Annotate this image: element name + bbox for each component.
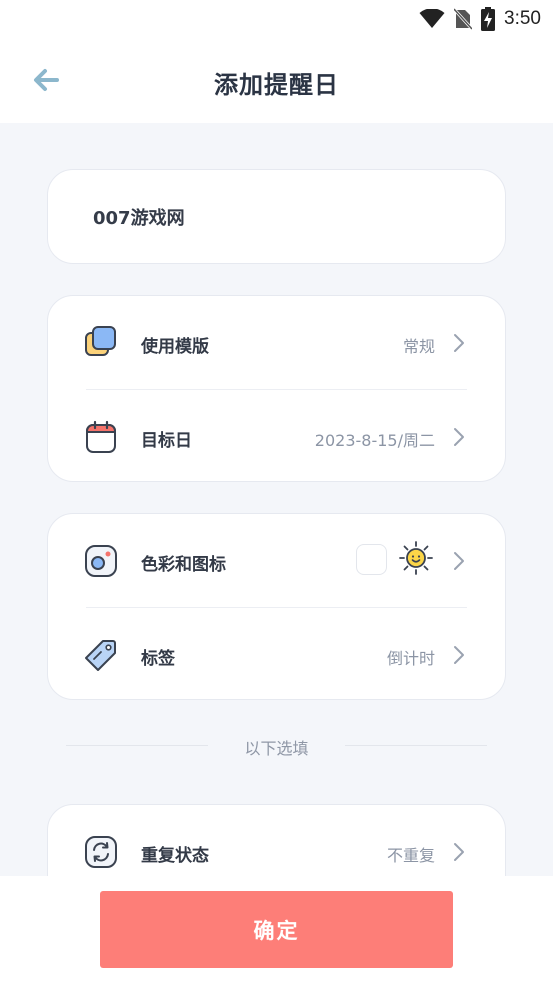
calendar-icon xyxy=(84,420,118,454)
settings-card-style: 色彩和图标 标签 倒计时 xyxy=(47,513,506,700)
color-icon-row[interactable]: 色彩和图标 xyxy=(48,514,507,606)
optional-divider-text: 以下选填 xyxy=(244,739,309,758)
tag-icon xyxy=(84,638,118,672)
reminder-name-input[interactable]: 007游戏网 xyxy=(93,204,185,230)
status-icons: 3:50 xyxy=(419,6,541,32)
wifi-icon xyxy=(419,9,445,28)
repeat-icon xyxy=(84,835,118,869)
chevron-right-icon xyxy=(454,552,464,570)
template-value: 常规 xyxy=(402,337,435,356)
optional-divider: 以下选填 xyxy=(66,733,487,758)
tag-label: 标签 xyxy=(141,649,175,669)
name-card[interactable]: 007游戏网 xyxy=(47,169,506,264)
sun-icon xyxy=(399,541,433,575)
settings-card-basic: 使用模版 常规 目标日 2023-8-15/周二 xyxy=(47,295,506,482)
chevron-right-icon xyxy=(454,334,464,352)
template-row[interactable]: 使用模版 常规 xyxy=(48,296,507,388)
battery-charging-icon xyxy=(481,7,496,31)
top-app-bar: 添加提醒日 xyxy=(0,40,553,123)
palette-icon xyxy=(84,544,118,578)
tag-row[interactable]: 标签 倒计时 xyxy=(48,608,507,700)
chevron-right-icon xyxy=(454,646,464,664)
no-sim-icon xyxy=(454,8,473,30)
repeat-value: 不重复 xyxy=(386,846,435,865)
repeat-label: 重复状态 xyxy=(141,846,209,866)
status-time: 3:50 xyxy=(504,8,541,29)
confirm-button[interactable]: 确定 xyxy=(100,891,453,968)
tag-value: 倒计时 xyxy=(386,649,435,668)
chevron-right-icon xyxy=(454,843,464,861)
color-icon-label: 色彩和图标 xyxy=(141,555,226,575)
page-title: 添加提醒日 xyxy=(214,71,339,99)
target-date-row[interactable]: 目标日 2023-8-15/周二 xyxy=(48,390,507,482)
status-bar: 3:50 xyxy=(0,0,553,40)
template-icon xyxy=(84,326,118,360)
template-label: 使用模版 xyxy=(141,337,209,357)
color-swatch xyxy=(356,544,387,575)
chevron-right-icon xyxy=(454,428,464,446)
bottom-bar: 确定 xyxy=(0,876,553,983)
target-date-label: 目标日 xyxy=(141,431,192,451)
divider-line-right xyxy=(345,745,487,746)
target-date-value: 2023-8-15/周二 xyxy=(314,431,435,450)
